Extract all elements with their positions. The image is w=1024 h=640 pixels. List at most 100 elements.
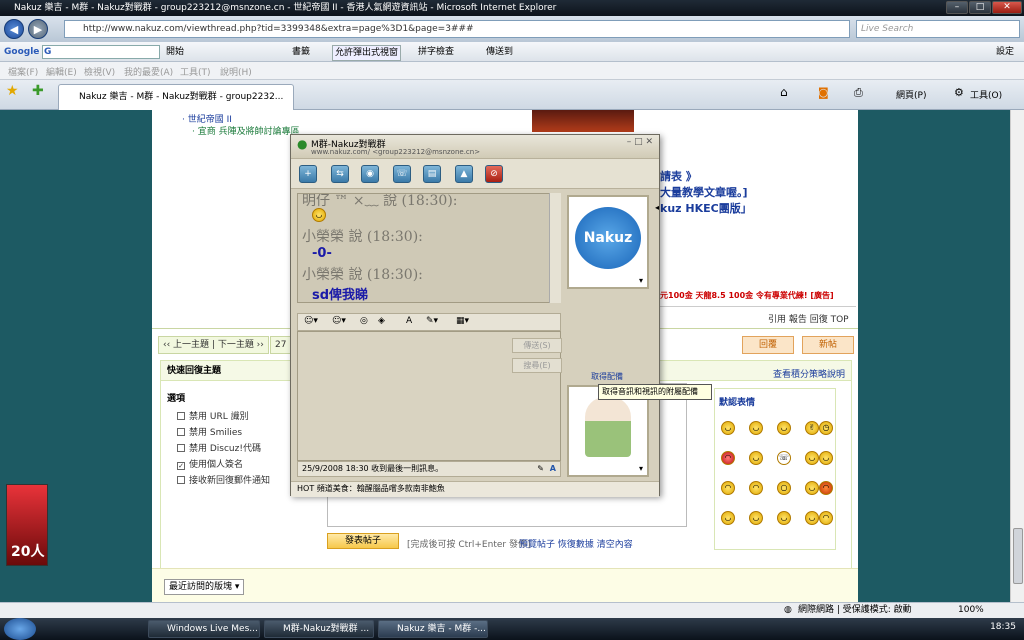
call-icon[interactable]: ☏	[393, 165, 411, 183]
recent-forums-dropdown[interactable]: 最近訪問的版塊 ▾	[164, 579, 244, 595]
home-icon[interactable]: ⌂	[780, 85, 788, 99]
back-button[interactable]: ◀	[4, 19, 24, 39]
send-to-button[interactable]: 傳送到	[486, 45, 513, 59]
zoom-level[interactable]: 100%	[958, 603, 984, 618]
menu-view[interactable]: 檢視(V)	[84, 65, 115, 78]
font-icon[interactable]: A	[550, 462, 556, 476]
pen-icon[interactable]: ✎▾	[426, 316, 438, 326]
contact-display-picture[interactable]: Nakuz ▾	[567, 195, 649, 289]
video-call-icon[interactable]: ◉	[361, 165, 379, 183]
address-bar[interactable]: http://www.nakuz.com/viewthread.php?tid=…	[64, 20, 850, 38]
checkbox-icon[interactable]	[177, 412, 185, 420]
background-icon[interactable]: ▦▾	[456, 316, 469, 326]
phone-icon[interactable]: ☏	[777, 451, 791, 465]
new-post-button[interactable]: 新帖	[802, 336, 854, 354]
pen-icon[interactable]: ✎	[537, 462, 544, 476]
block-icon[interactable]: ⊘	[485, 165, 503, 183]
tab-nakuz[interactable]: Nakuz 樂吉 - M群 - Nakuz對戰群 - group2232...	[58, 84, 294, 110]
taskbar-item-ie[interactable]: Nakuz 樂吉 - M群 -...	[378, 620, 488, 638]
wink-icon[interactable]: ◡	[805, 451, 819, 465]
favorites-star-icon[interactable]: ★	[6, 83, 19, 99]
share-files-icon[interactable]: ⇆	[331, 165, 349, 183]
voice-clip-icon[interactable]: ◈	[378, 316, 385, 326]
msn-footer-ad[interactable]: HOT 頻道美食：翰醒腦品嚐多款南非鮑魚	[291, 481, 659, 497]
popup-allowed-button[interactable]: 允許彈出式視窗	[332, 45, 402, 61]
start-button[interactable]	[4, 618, 36, 640]
option-email-notify[interactable]: 接收新回復郵件通知	[177, 473, 270, 486]
scrollbar-thumb[interactable]	[1013, 528, 1023, 584]
emoticon-picker-icon[interactable]: ☺▾	[304, 316, 318, 326]
angry-icon[interactable]: ◠	[749, 481, 763, 495]
page-number[interactable]: 27	[270, 336, 292, 354]
checkbox-icon[interactable]	[177, 428, 185, 436]
google-settings-button[interactable]: 設定	[996, 45, 1014, 59]
page-menu-button[interactable]: 網頁(P)	[896, 88, 926, 101]
reply-button[interactable]: 回覆	[742, 336, 794, 354]
wink-picker-icon[interactable]: ☺▾	[332, 316, 346, 326]
side-ad-car-image[interactable]: 20人	[6, 484, 48, 566]
checkbox-checked-icon[interactable]: ✓	[177, 462, 185, 470]
menu-file[interactable]: 檔案(F)	[8, 65, 38, 78]
checkbox-icon[interactable]	[177, 444, 185, 452]
default-emoticons-label[interactable]: 默認表情	[719, 395, 755, 408]
option-disable-discuz[interactable]: 禁用 Discuz!代碼	[177, 441, 261, 454]
lips-icon[interactable]: ◠	[721, 451, 735, 465]
activities-icon[interactable]: ▤	[423, 165, 441, 183]
live-search-input[interactable]: Live Search	[856, 20, 1020, 38]
page-scrollbar[interactable]	[1010, 110, 1024, 602]
cool-icon[interactable]: ◡	[749, 451, 763, 465]
close-button[interactable]: ✕	[992, 1, 1022, 14]
invite-contact-icon[interactable]: +	[299, 165, 317, 183]
google-open-button[interactable]: 開始	[166, 45, 184, 59]
menu-tools[interactable]: 工具(T)	[180, 65, 211, 78]
menu-edit[interactable]: 編輯(E)	[46, 65, 77, 78]
sad-icon[interactable]: ◠	[721, 481, 735, 495]
option-disable-url[interactable]: 禁用 URL 識別	[177, 409, 249, 422]
get-accessories-link[interactable]: 取得配備	[591, 371, 623, 382]
rss-icon[interactable]: ◙	[818, 86, 829, 99]
tongue-icon[interactable]: ◡	[805, 481, 819, 495]
chat-scrollbar[interactable]	[549, 193, 561, 303]
font-icon[interactable]: A	[406, 316, 412, 326]
clock-icon[interactable]: ◷	[819, 421, 833, 435]
option-use-signature[interactable]: ✓ 使用個人簽名	[177, 457, 243, 470]
print-icon[interactable]: ⎙	[854, 86, 863, 100]
option-disable-smilies[interactable]: 禁用 Smilies	[177, 425, 242, 438]
search-button[interactable]: 搜尋(E)	[512, 358, 562, 373]
send-button[interactable]: 傳送(S)	[512, 338, 562, 353]
think-icon[interactable]: ◡	[805, 511, 819, 525]
message-input[interactable]: 傳送(S) 搜尋(E)	[297, 331, 562, 461]
spellcheck-button[interactable]: 拼字檢查	[418, 45, 454, 59]
cry-icon[interactable]: ◠	[819, 511, 833, 525]
chevron-down-icon[interactable]: ▾	[639, 464, 643, 473]
sleep-icon[interactable]: ◡	[777, 421, 791, 435]
checkbox-icon[interactable]	[177, 476, 185, 484]
devil-icon[interactable]: ◠	[819, 481, 833, 495]
prev-next-topic[interactable]: ‹‹ 上一主題 | 下一主題 ››	[158, 336, 269, 354]
shock-icon[interactable]: ○	[777, 481, 791, 495]
post-actions[interactable]: 引用 報告 回復 TOP	[768, 312, 849, 325]
forward-button[interactable]: ▶	[28, 19, 48, 39]
add-favorite-icon[interactable]: ✚	[32, 83, 44, 99]
laugh-icon[interactable]: ◡	[819, 451, 833, 465]
happy-icon[interactable]: ◡	[749, 511, 763, 525]
google-search-input[interactable]	[42, 45, 160, 59]
chevron-down-icon[interactable]: ▾	[639, 276, 643, 285]
post-extra-links[interactable]: 預覽帖子 恢復數據 清空內容	[519, 537, 633, 550]
view-rules-link[interactable]: 查看積分策略說明	[773, 367, 845, 380]
taskbar-item-messenger[interactable]: Windows Live Mes...	[148, 620, 260, 638]
grin-icon[interactable]: ◡	[749, 421, 763, 435]
maximize-button[interactable]: □	[969, 1, 991, 14]
menu-favorites[interactable]: 我的最愛(A)	[124, 65, 173, 78]
submit-post-button[interactable]: 發表帖子	[327, 533, 399, 549]
msn-window-controls[interactable]: – □ ✕	[627, 137, 653, 147]
games-icon[interactable]: ▲	[455, 165, 473, 183]
forum-link-strategy[interactable]: · 宜商 兵陣及將帥討論專區	[192, 124, 300, 137]
bookmarks-button[interactable]: 書籤	[292, 45, 310, 59]
taskbar-item-msn-chat[interactable]: M群-Nakuz對戰群 ...	[264, 620, 374, 638]
msn-chat-window[interactable]: ● M群-Nakuz對戰群 www.nakuz.com/ <group22321…	[290, 134, 660, 497]
minimize-button[interactable]: –	[946, 1, 968, 14]
ad-text[interactable]: 元100金 天龍8.5 100金 令有專業代練! [廣告]	[660, 290, 834, 301]
nudge-icon[interactable]: ◎	[360, 316, 368, 326]
tools-menu-button[interactable]: 工具(O)	[970, 88, 1002, 101]
